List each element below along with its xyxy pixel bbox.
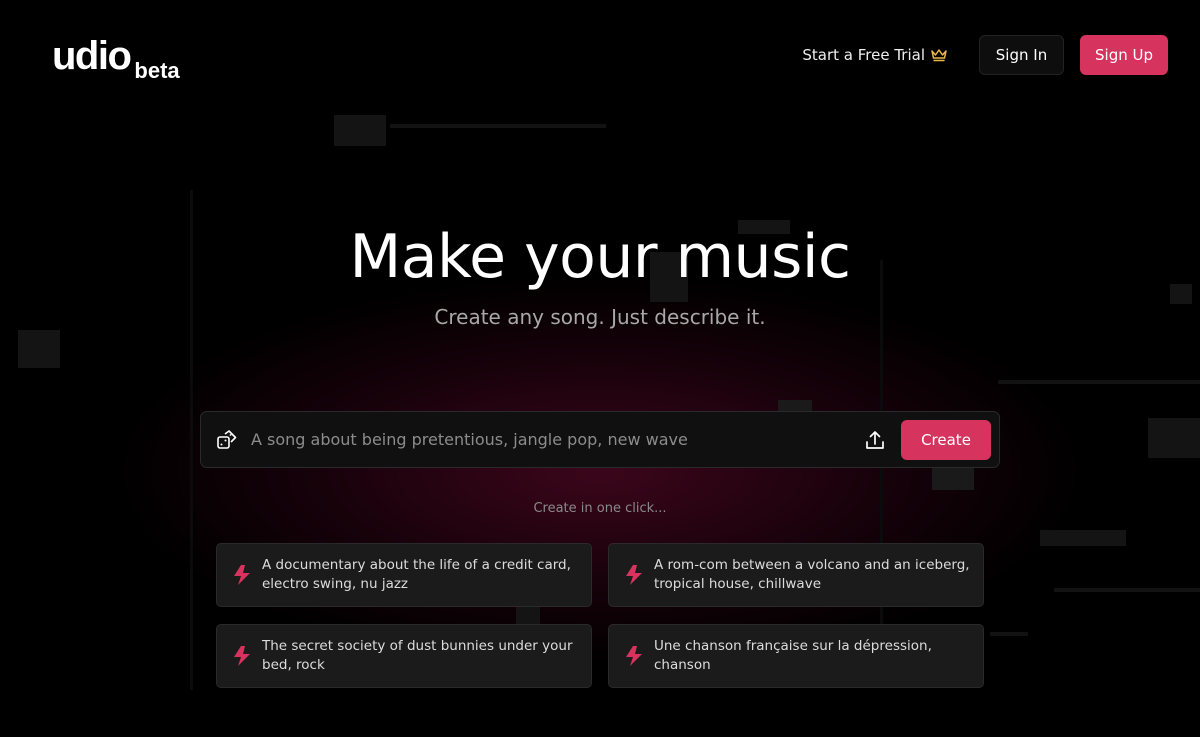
free-trial-label: Start a Free Trial [802,46,925,64]
suggestion-card[interactable]: The secret society of dust bunnies under… [216,624,592,688]
lightning-icon [626,646,642,666]
suggestion-text: A rom-com between a volcano and an icebe… [654,556,970,593]
song-prompt-input[interactable] [251,430,864,449]
page-subtitle: Create any song. Just describe it. [434,305,766,329]
suggestion-text: Une chanson française sur la dépression,… [654,637,932,674]
lightning-icon [626,565,642,585]
suggestion-grid: A documentary about the life of a credit… [216,543,984,688]
sign-up-button[interactable]: Sign Up [1080,35,1168,75]
suggestion-card[interactable]: A documentary about the life of a credit… [216,543,592,607]
dice-icon[interactable] [216,429,238,451]
nav-actions: Start a Free Trial Sign In Sign Up [802,35,1168,75]
lightning-icon [234,646,250,666]
create-button[interactable]: Create [901,419,991,460]
prompt-bar: Create [200,411,1000,468]
free-trial-link[interactable]: Start a Free Trial [802,46,947,64]
udio-logo[interactable]: udio beta [52,34,180,82]
lightning-icon [234,565,250,585]
beta-badge: beta [134,58,180,83]
top-nav: udio beta Start a Free Trial Sign In Sig… [0,0,1200,110]
logo-wordmark: udio [52,34,132,78]
one-click-heading: Create in one click... [533,501,667,516]
page-title: Make your music [349,222,851,292]
suggestion-card[interactable]: Une chanson française sur la dépression,… [608,624,984,688]
suggestion-text: A documentary about the life of a credit… [262,556,571,593]
crown-icon [931,49,947,62]
upload-icon[interactable] [864,429,886,451]
hero-section: Make your music Create any song. Just de… [0,0,1200,737]
sign-in-button[interactable]: Sign In [979,35,1064,75]
suggestion-text: The secret society of dust bunnies under… [262,637,573,674]
suggestion-card[interactable]: A rom-com between a volcano and an icebe… [608,543,984,607]
